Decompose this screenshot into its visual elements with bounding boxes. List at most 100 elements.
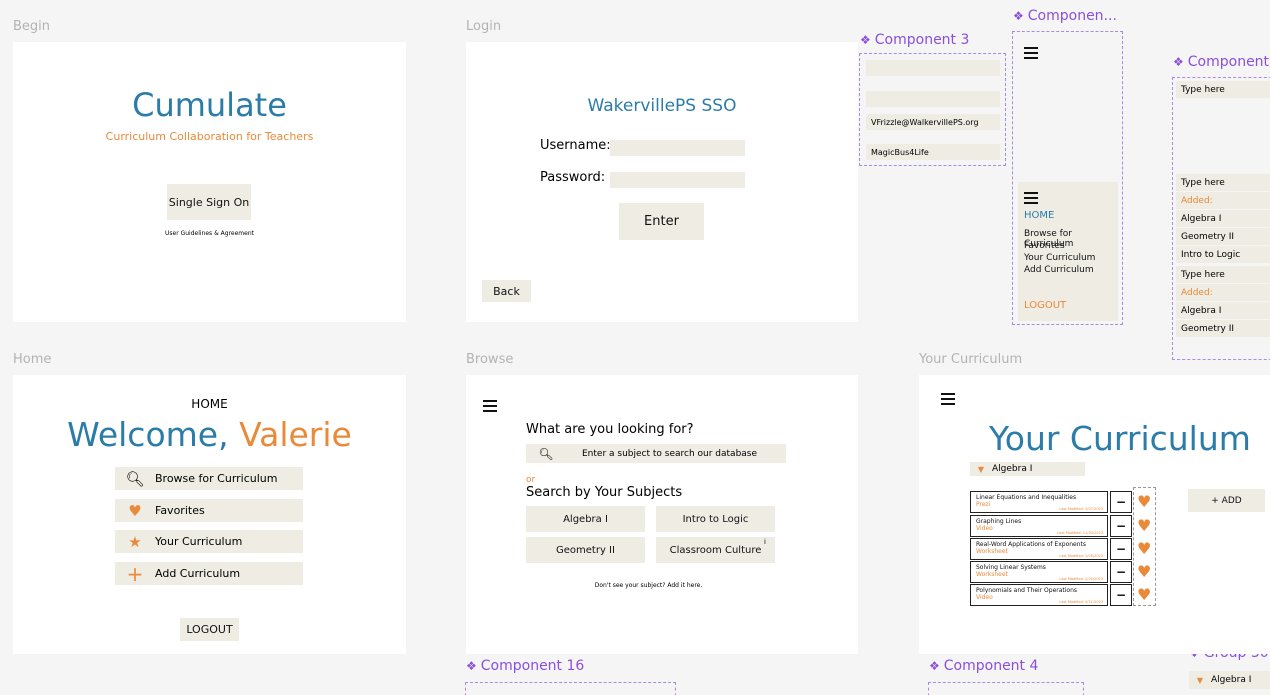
- remove-button[interactable]: −: [1110, 538, 1132, 560]
- component3-field-1[interactable]: [866, 60, 1000, 76]
- component-label-text: Componen...: [1027, 8, 1117, 24]
- curriculum-row-title: Real-Word Applications of Exponents: [976, 541, 1087, 548]
- begin-frame: Cumulate Curriculum Collaboration for Te…: [13, 42, 406, 322]
- component3-email[interactable]: VFrizzle@WalkervillePS.org: [866, 114, 1000, 130]
- username-field[interactable]: [610, 140, 745, 156]
- curriculum-row-date: Last Modified: 3/07/2023: [1059, 507, 1103, 511]
- subject-chip[interactable]: Intro to Logic: [1176, 246, 1270, 263]
- component3-password[interactable]: MagicBus4Life: [866, 144, 1000, 160]
- home-your-curriculum-button[interactable]: ★ Your Curriculum: [115, 530, 303, 553]
- component-label-menu: ❖ Componen...: [1013, 8, 1117, 24]
- home-favorites-button[interactable]: ♥ Favorites: [115, 499, 303, 522]
- type-here-field[interactable]: Type here: [1176, 81, 1270, 98]
- component-label-text: Component 16: [480, 658, 585, 674]
- component-label-text: Component 3: [874, 32, 970, 48]
- plus-icon: +: [126, 561, 144, 586]
- heart-icon[interactable]: ♥: [1137, 518, 1153, 534]
- info-icon[interactable]: i: [764, 538, 766, 546]
- password-field[interactable]: [610, 172, 745, 188]
- component-icon: ❖: [1173, 55, 1184, 69]
- caret-down-icon: ▼: [977, 464, 985, 474]
- hamburger-menu-icon[interactable]: [1024, 47, 1038, 59]
- star-icon: ★: [128, 532, 142, 551]
- or-label: or: [526, 475, 536, 485]
- curriculum-row[interactable]: Polynomials and Their Operations Video L…: [970, 584, 1108, 606]
- remove-button[interactable]: −: [1110, 584, 1132, 606]
- subject-chip[interactable]: Algebra I: [1176, 210, 1270, 227]
- subject-chip[interactable]: Algebra I: [1176, 302, 1270, 319]
- component3-field-2[interactable]: [866, 91, 1000, 107]
- home-add-curriculum-button[interactable]: + Add Curriculum: [115, 561, 303, 586]
- component-label-3: ❖ Component 3: [860, 32, 969, 48]
- curriculum-row-date: Last Modified: 4/11/2023: [1059, 600, 1103, 604]
- remove-button[interactable]: −: [1110, 491, 1132, 513]
- group30-subject-dropdown[interactable]: ▼ Algebra I: [1189, 671, 1270, 689]
- subject-dropdown[interactable]: ▼ Algebra I: [970, 462, 1085, 476]
- search-question: What are you looking for?: [526, 422, 694, 437]
- curriculum-row-date: Last Modified: 11/30/2023: [1057, 531, 1103, 535]
- menu-home[interactable]: HOME: [1024, 210, 1054, 221]
- password-label: Password:: [540, 170, 606, 185]
- app-title: Cumulate: [132, 86, 287, 124]
- remove-button[interactable]: −: [1110, 515, 1132, 537]
- component-label-4: ❖ Component 4: [929, 658, 1038, 674]
- add-subject-link[interactable]: Don't see your subject? Add it here.: [466, 582, 831, 589]
- added-label: Added:: [1176, 284, 1270, 301]
- curriculum-row[interactable]: Linear Equations and Inequalities Prezi …: [970, 491, 1108, 513]
- type-here-field[interactable]: Type here: [1176, 174, 1270, 191]
- subject-algebra-i[interactable]: Algebra I: [526, 506, 645, 532]
- heart-icon[interactable]: ♥: [1137, 541, 1153, 557]
- subject-classroom-culture[interactable]: Classroom Culture: [656, 537, 775, 563]
- user-guidelines-link[interactable]: User Guidelines & Agreement: [13, 230, 406, 237]
- add-button[interactable]: + ADD: [1188, 489, 1265, 512]
- component-label-right: ❖ Component: [1173, 54, 1269, 70]
- welcome-text: Welcome,: [67, 415, 229, 454]
- hamburger-menu-icon[interactable]: [483, 400, 497, 412]
- component-4: [928, 682, 1084, 695]
- remove-button[interactable]: −: [1110, 561, 1132, 583]
- curriculum-row[interactable]: Solving Linear Systems Worksheet Last Mo…: [970, 561, 1108, 583]
- subject-chip[interactable]: Geometry II: [1176, 228, 1270, 245]
- heart-icon[interactable]: ♥: [1137, 494, 1153, 510]
- component-icon: ❖: [1013, 9, 1024, 23]
- frame-label-begin: Begin: [13, 19, 51, 34]
- hamburger-menu-icon[interactable]: [941, 393, 955, 405]
- subject-intro-to-logic[interactable]: Intro to Logic: [656, 506, 775, 532]
- search-by-subjects-heading: Search by Your Subjects: [526, 485, 683, 500]
- curriculum-row-title: Linear Equations and Inequalities: [976, 494, 1077, 501]
- menu-item-add-curriculum[interactable]: Add Curriculum: [1024, 265, 1094, 275]
- component-3: VFrizzle@WalkervillePS.org MagicBus4Life: [859, 53, 1006, 166]
- menu-logout[interactable]: LOGOUT: [1024, 300, 1066, 311]
- username-label: Username:: [540, 138, 611, 153]
- heart-icon[interactable]: ♥: [1137, 587, 1153, 603]
- browse-frame: What are you looking for? 🔍︎ Enter a sub…: [466, 375, 858, 654]
- welcome-heading: Welcome, Valerie: [13, 415, 406, 454]
- curriculum-row-date: Last Modified: 2/20/2023: [1059, 577, 1103, 581]
- subject-dropdown-label: Algebra I: [1211, 675, 1252, 685]
- back-button[interactable]: Back: [482, 280, 531, 302]
- curriculum-row[interactable]: Graphing Lines Video Last Modified: 11/3…: [970, 515, 1108, 537]
- menu-item-your-curriculum[interactable]: Your Curriculum: [1024, 253, 1095, 263]
- enter-button[interactable]: Enter: [619, 203, 704, 240]
- subject-geometry-ii[interactable]: Geometry II: [526, 537, 645, 563]
- home-logout-button[interactable]: LOGOUT: [180, 618, 239, 641]
- sso-title: WakervillePS SSO: [587, 96, 737, 116]
- curriculum-row[interactable]: Real-Word Applications of Exponents Work…: [970, 538, 1108, 560]
- frame-label-your-curriculum: Your Curriculum: [919, 352, 1023, 367]
- home-heading: HOME: [191, 397, 228, 411]
- home-browse-button[interactable]: 🔍︎ Browse for Curriculum: [115, 467, 303, 490]
- menu-label: Your Curriculum: [155, 535, 243, 548]
- menu-panel: HOME Browse for Curriculum Favorites You…: [1018, 182, 1118, 321]
- component-icon: ❖: [860, 33, 871, 47]
- heart-icon[interactable]: ♥: [1137, 564, 1153, 580]
- curriculum-row-date: Last Modified: 1/05/2023: [1059, 554, 1103, 558]
- subject-search-input[interactable]: 🔍︎ Enter a subject to search our databas…: [526, 444, 786, 463]
- app-subtitle: Curriculum Collaboration for Teachers: [105, 130, 314, 143]
- curriculum-row-title: Polynomials and Their Operations: [976, 587, 1078, 594]
- hamburger-menu-icon[interactable]: [1024, 192, 1038, 204]
- subject-chip[interactable]: Geometry II: [1176, 320, 1270, 337]
- type-here-field[interactable]: Type here: [1176, 266, 1270, 283]
- menu-item-favorites[interactable]: Favorites: [1024, 241, 1065, 251]
- single-sign-on-button[interactable]: Single Sign On: [167, 184, 251, 220]
- component-label-16: ❖ Component 16: [466, 658, 584, 674]
